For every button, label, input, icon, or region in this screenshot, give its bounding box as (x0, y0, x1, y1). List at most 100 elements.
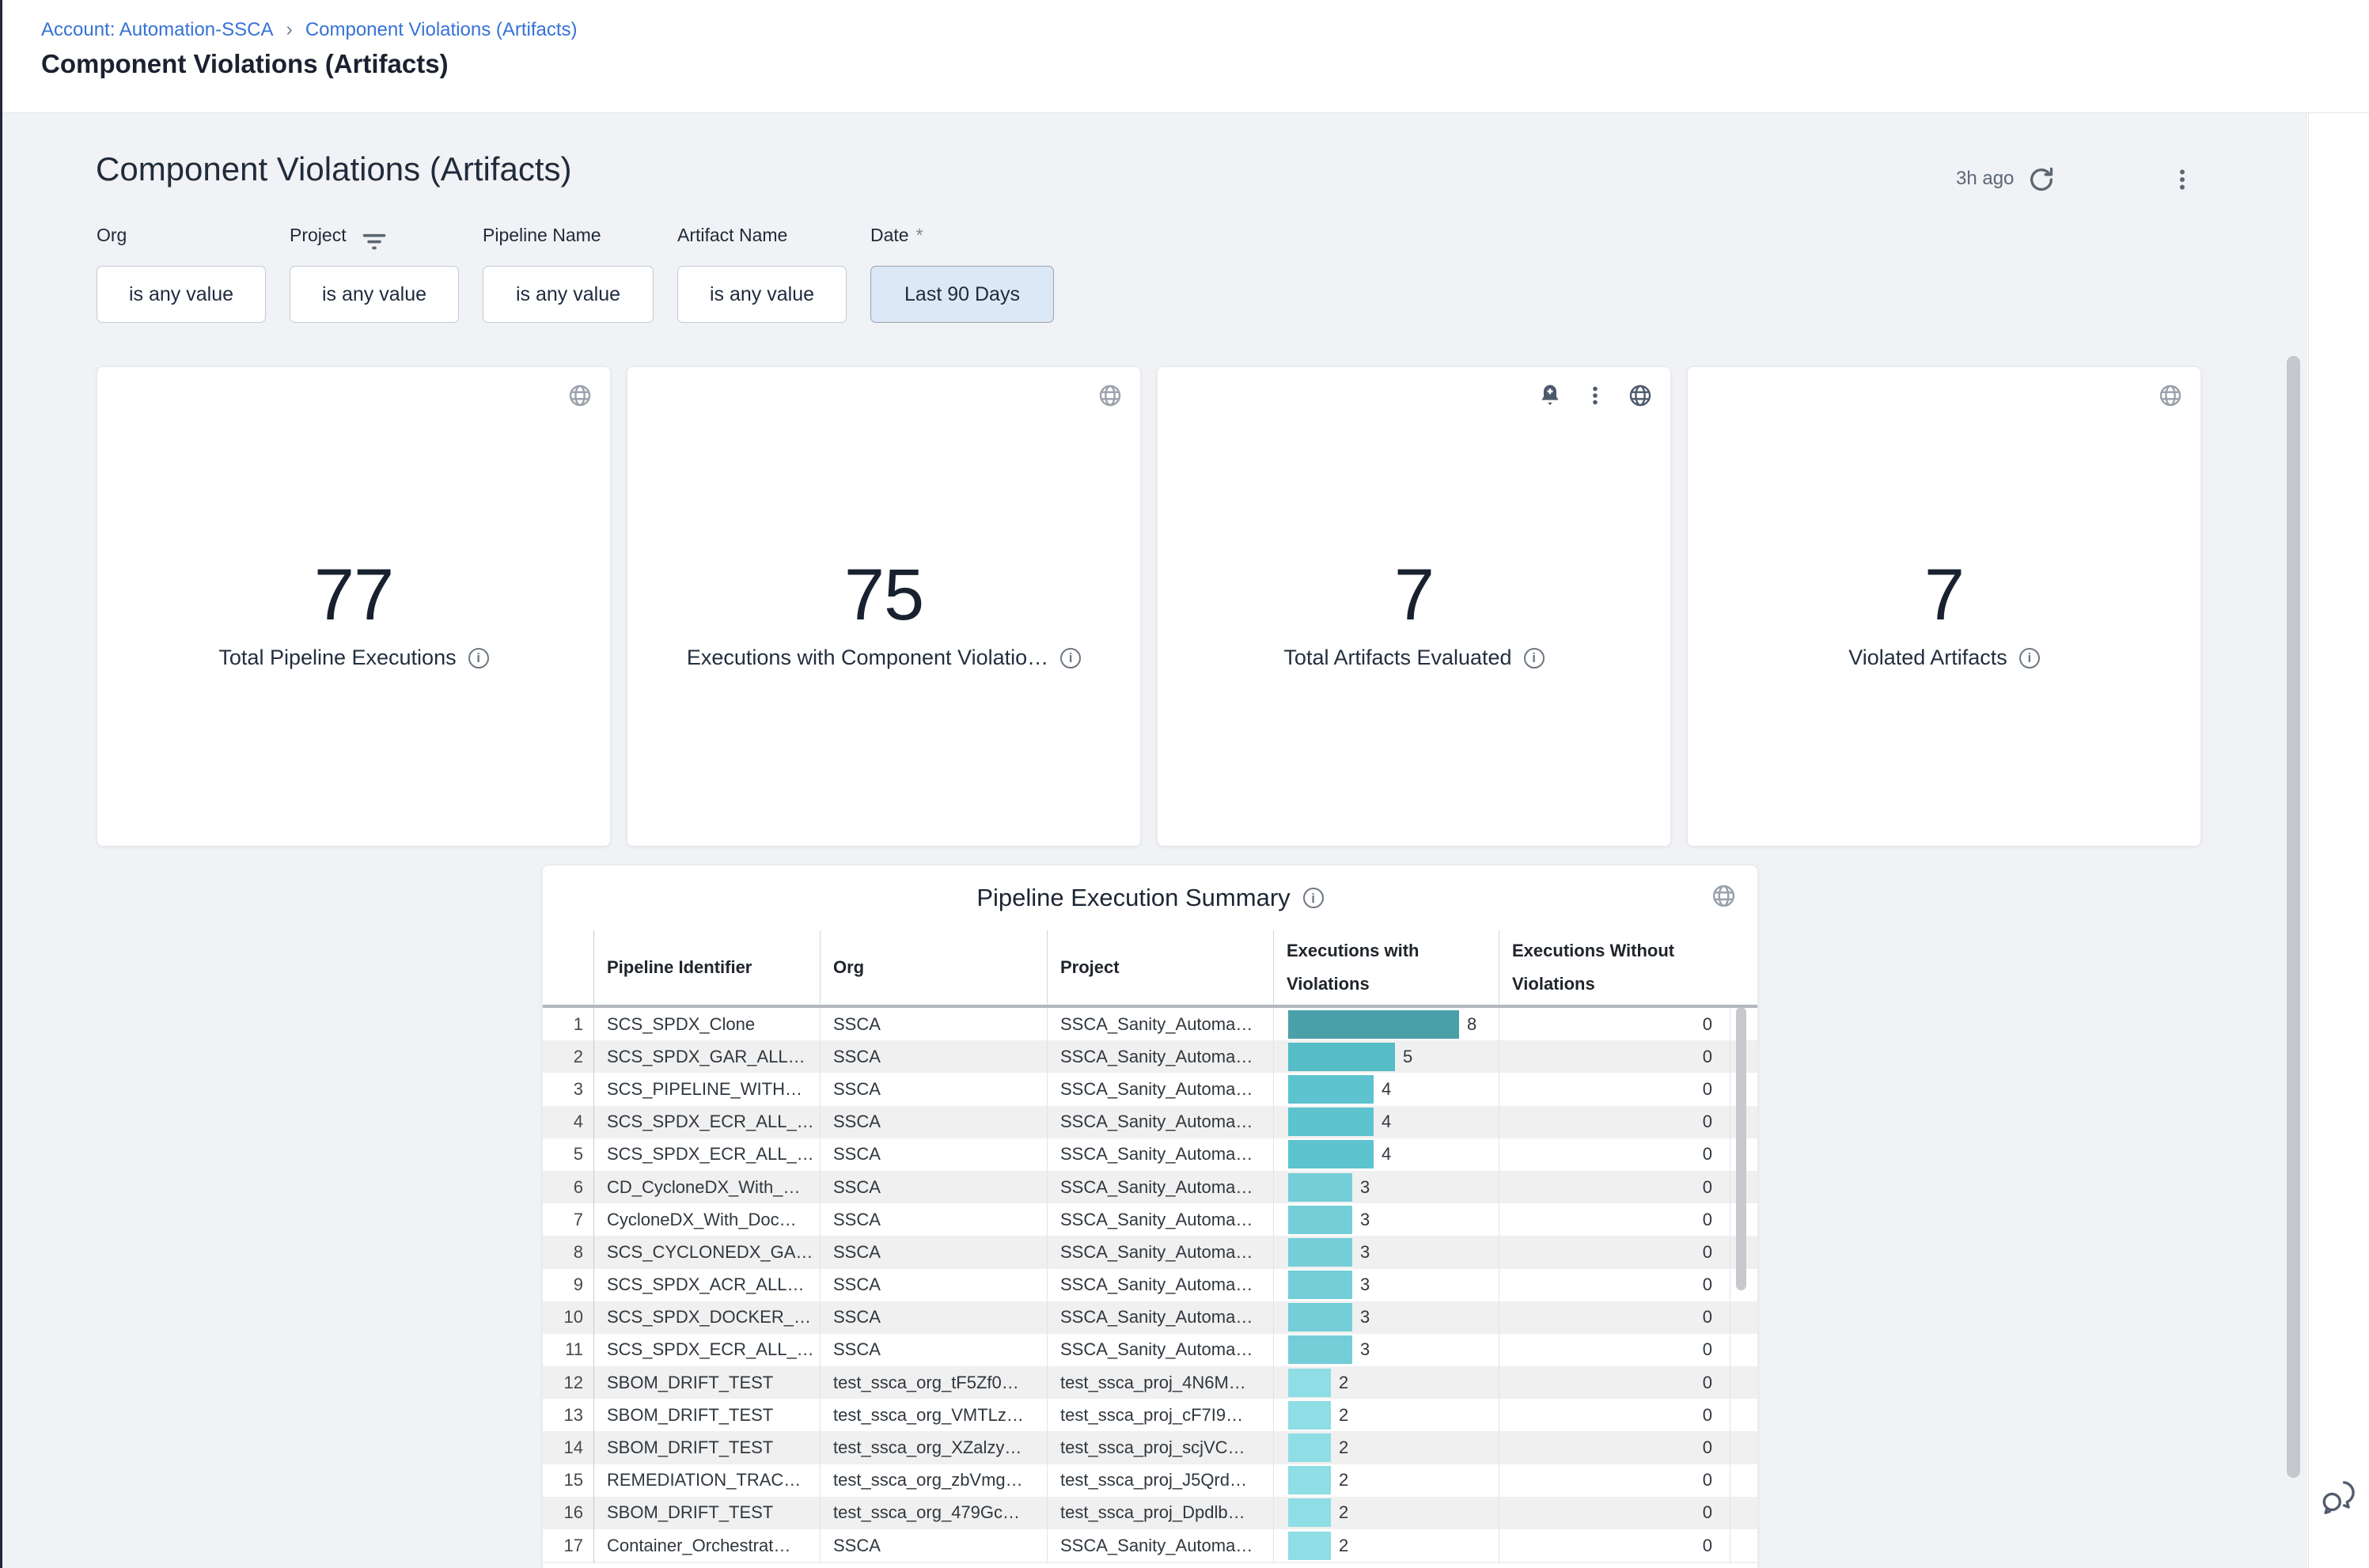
cell-row-number: 2 (543, 1040, 594, 1073)
globe-icon[interactable] (1097, 383, 1123, 408)
table-row[interactable]: 10SCS_SPDX_DOCKER_…SSCASSCA_Sanity_Autom… (543, 1301, 1757, 1334)
violations-bar-value: 2 (1339, 1536, 1348, 1556)
filter-value-date[interactable]: Last 90 Days (870, 266, 1054, 323)
cell-pipeline-identifier: SCS_SPDX_GAR_ALL… (594, 1040, 820, 1073)
filter-label: Date* (870, 225, 1054, 248)
column-header-executions-without-violations[interactable]: Executions WithoutViolations (1499, 930, 1730, 1005)
violations-bar[interactable] (1288, 1173, 1352, 1202)
filter-value-artifact-name[interactable]: is any value (677, 266, 847, 323)
table-row[interactable]: 1SCS_SPDX_CloneSSCASSCA_Sanity_Automa…80 (543, 1008, 1757, 1040)
filter-label: Artifact Name (677, 225, 847, 248)
cell-executions-with-violations: 2 (1273, 1497, 1499, 1529)
column-header-executions-with-violations[interactable]: Executions withViolations (1273, 930, 1499, 1005)
stat-value: 75 (627, 554, 1140, 637)
cell-row-number: 12 (543, 1366, 594, 1399)
table-title: Pipeline Execution Summary (976, 884, 1290, 912)
table-row[interactable]: 16SBOM_DRIFT_TESTtest_ssca_org_479Gc…tes… (543, 1497, 1757, 1529)
help-chat-button[interactable] (2318, 1478, 2358, 1517)
globe-icon[interactable] (1628, 383, 1653, 408)
nav-left-edge (0, 0, 2, 1568)
cell-executions-with-violations: 2 (1273, 1529, 1499, 1562)
cell-executions-with-violations: 3 (1273, 1171, 1499, 1203)
stat-label: Total Artifacts Evaluated (1283, 646, 1511, 670)
column-header-line: Pipeline Identifier (607, 951, 807, 984)
violations-bar[interactable] (1288, 1369, 1331, 1397)
table-row[interactable]: 6CD_CycloneDX_With_…SSCASSCA_Sanity_Auto… (543, 1171, 1757, 1203)
globe-icon[interactable] (1711, 883, 1737, 913)
violations-bar[interactable] (1288, 1335, 1352, 1364)
violations-bar[interactable] (1288, 1206, 1352, 1234)
table-row[interactable]: 12SBOM_DRIFT_TESTtest_ssca_org_tF5Zf0…te… (543, 1366, 1757, 1399)
filter-value-project[interactable]: is any value (290, 266, 459, 323)
info-icon[interactable]: i (2019, 648, 2040, 668)
violations-bar[interactable] (1288, 1108, 1374, 1136)
filter-value-org[interactable]: is any value (97, 266, 266, 323)
cell-row-number (543, 1562, 594, 1563)
cell-row-number: 7 (543, 1203, 594, 1236)
violations-bar[interactable] (1288, 1466, 1331, 1494)
violations-bar[interactable] (1288, 1434, 1331, 1462)
cell-project: SSCA_Sanity_Automa… (1047, 1106, 1273, 1138)
table-row[interactable]: 3SCS_PIPELINE_WITH…SSCASSCA_Sanity_Autom… (543, 1073, 1757, 1105)
column-header-pipeline-identifier[interactable]: Pipeline Identifier (594, 930, 820, 1005)
info-icon[interactable]: i (1060, 648, 1081, 668)
table-row[interactable]: 8SCS_CYCLONEDX_GA…SSCASSCA_Sanity_Automa… (543, 1236, 1757, 1268)
breadcrumb-account-link[interactable]: Account: Automation-SSCA (41, 19, 273, 41)
cell-org: SSCA (820, 1203, 1047, 1236)
violations-bar[interactable] (1288, 1075, 1374, 1104)
violations-bar[interactable] (1288, 1271, 1352, 1299)
globe-icon[interactable] (2158, 383, 2183, 408)
table-row[interactable]: 9SCS_SPDX_ACR_ALL…SSCASSCA_Sanity_Automa… (543, 1269, 1757, 1301)
cell-org: SSCA (820, 1040, 1047, 1073)
table-row[interactable]: 4SCS_SPDX_ECR_ALL_…SSCASSCA_Sanity_Autom… (543, 1106, 1757, 1138)
table-row[interactable]: 15REMEDIATION_TRAC…test_ssca_org_zbVmg…t… (543, 1464, 1757, 1497)
column-header-org[interactable]: Org (820, 930, 1047, 1005)
cell-executions-without-violations: 0 (1499, 1464, 1730, 1497)
violations-bar[interactable] (1288, 1238, 1352, 1267)
table-row[interactable]: 17Container_Orchestrat…SSCASSCA_Sanity_A… (543, 1529, 1757, 1562)
info-icon[interactable]: i (1524, 648, 1545, 668)
page-header: Account: Automation-SSCA › Component Vio… (2, 0, 2369, 113)
table-row[interactable]: 13SBOM_DRIFT_TESTtest_ssca_org_VMTLz…tes… (543, 1399, 1757, 1431)
table-row[interactable]: 7CycloneDX_With_Doc…SSCASSCA_Sanity_Auto… (543, 1203, 1757, 1236)
violations-bar[interactable] (1288, 1498, 1331, 1527)
stat-card-total-artifacts-evaluated: 7Total Artifacts Evaluatedi (1157, 366, 1671, 846)
globe-icon[interactable] (567, 383, 593, 408)
cell-project: SSCA_Sanity_Automa… (1047, 1138, 1273, 1171)
dashboard-more-menu-button[interactable] (2165, 163, 2200, 198)
breadcrumb: Account: Automation-SSCA › Component Vio… (41, 19, 578, 41)
bell-plus-icon[interactable] (1537, 383, 1563, 408)
violations-bar[interactable] (1288, 1401, 1331, 1430)
cell-org: test_ssca_org_tF5Zf0… (820, 1366, 1047, 1399)
refresh-icon (2026, 165, 2056, 197)
pipeline-execution-summary-panel: Pipeline Execution Summary i Pipeline Id… (542, 865, 1758, 1568)
violations-bar[interactable] (1288, 1303, 1352, 1331)
info-icon[interactable]: i (468, 648, 489, 668)
cell-gutter (1730, 1301, 1757, 1334)
breadcrumb-current-link[interactable]: Component Violations (Artifacts) (305, 19, 578, 41)
table-row[interactable]: 14SBOM_DRIFT_TESTtest_ssca_org_XZalzy…te… (543, 1431, 1757, 1464)
table-row[interactable]: 5SCS_SPDX_ECR_ALL_…SSCASSCA_Sanity_Autom… (543, 1138, 1757, 1171)
violations-bar[interactable] (1288, 1140, 1374, 1168)
table-row[interactable]: 11SCS_SPDX_ECR_ALL_…SSCASSCA_Sanity_Auto… (543, 1334, 1757, 1366)
violations-bar-value: 5 (1403, 1047, 1412, 1067)
table-row[interactable] (543, 1562, 1757, 1563)
refresh-button[interactable] (2024, 163, 2059, 198)
cell-executions-with-violations: 2 (1273, 1464, 1499, 1497)
info-icon[interactable]: i (1303, 888, 1324, 908)
violations-bar[interactable] (1288, 1010, 1459, 1039)
violations-bar-value: 2 (1339, 1502, 1348, 1523)
page-scrollbar-thumb[interactable] (2287, 356, 2300, 1478)
violations-bar-value: 3 (1360, 1210, 1370, 1230)
kebab-icon[interactable] (1583, 384, 1607, 407)
violations-bar[interactable] (1288, 1532, 1331, 1560)
violations-bar[interactable] (1288, 1043, 1395, 1071)
cell-project: SSCA_Sanity_Automa… (1047, 1040, 1273, 1073)
column-header-project[interactable]: Project (1047, 930, 1273, 1005)
filter-value-pipeline-name[interactable]: is any value (483, 266, 654, 323)
filter-label-text: Date (870, 225, 909, 245)
stat-label: Total Pipeline Executions (218, 646, 456, 670)
table-row[interactable]: 2SCS_SPDX_GAR_ALL…SSCASSCA_Sanity_Automa… (543, 1040, 1757, 1073)
cell-row-number: 1 (543, 1008, 594, 1040)
table-scrollbar-thumb[interactable] (1736, 1007, 1746, 1290)
